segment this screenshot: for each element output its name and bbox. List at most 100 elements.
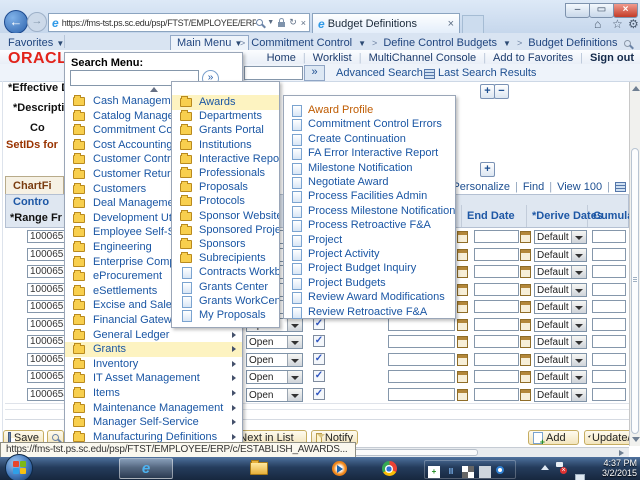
scroll-up-icon[interactable] [632,86,640,91]
start-date-input[interactable] [388,318,455,331]
start-date-input[interactable] [388,388,455,401]
menu-item-process-retroactive-f-a[interactable]: Process Retroactive F&A [284,218,455,233]
select-dropdown-icon[interactable] [287,354,302,366]
status-select[interactable]: Open [246,335,303,349]
select-dropdown-icon[interactable] [571,301,586,313]
derive-dates-select[interactable]: Default [534,353,587,367]
status-select[interactable]: Open [246,388,303,402]
menu-item-interactive-reports[interactable]: Interactive Reports [172,152,279,167]
grid-link-view-100[interactable]: View 100 [557,181,602,193]
calendar-icon[interactable] [520,231,531,243]
favorites-menu[interactable]: Favorites ▼ [8,37,64,49]
menu-item-professionals[interactable]: Professionals [172,166,279,181]
calendar-icon[interactable] [457,319,468,331]
calendar-icon[interactable] [457,389,468,401]
derive-dates-select[interactable]: Default [534,335,587,349]
add-row-button[interactable]: + [480,84,495,99]
derive-dates-select[interactable]: Default [534,370,587,384]
derive-dates-select[interactable]: Default [534,318,587,332]
select-dropdown-icon[interactable] [571,266,586,278]
calendar-icon[interactable] [457,336,468,348]
scroll-right-icon[interactable] [619,450,624,456]
header-link-multichannel-console[interactable]: MultiChannel Console [369,52,477,64]
cumulative-input[interactable] [592,248,626,261]
vertical-scrollbar[interactable] [629,82,640,446]
menu-item-sponsored-projects-offices[interactable]: Sponsored Projects Offices [172,223,279,238]
menu-item-project-budget-inquiry[interactable]: Project Budget Inquiry [284,261,455,276]
range-from-input[interactable]: 1000654 [27,370,67,383]
calendar-icon[interactable] [457,371,468,383]
header-link-worklist[interactable]: Worklist [313,52,352,64]
home-icon[interactable]: ⌂ [594,17,601,31]
breadcrumb-search-icon[interactable] [624,40,631,47]
select-dropdown-icon[interactable] [571,336,586,348]
vertical-scroll-thumb[interactable] [631,148,639,434]
menu-item-general-ledger[interactable]: General Ledger [65,328,242,343]
start-date-input[interactable] [388,353,455,366]
select-dropdown-icon[interactable] [287,371,302,383]
menu-item-sponsor-websites[interactable]: Sponsor Websites [172,209,279,224]
address-bar[interactable]: e https://fms-tst.ps.sc.edu/psp/FTST/EMP… [48,13,310,32]
affected-checkbox[interactable]: ✓ [313,318,325,330]
cumulative-input[interactable] [592,318,626,331]
maximize-button[interactable]: ▭ [589,3,614,18]
tray-app1-icon[interactable]: + [428,466,440,478]
header-link-add-to-favorites[interactable]: Add to Favorites [493,52,573,64]
end-date-input[interactable] [474,300,519,313]
favorites-star-icon[interactable]: ☆ [612,17,623,31]
menu-scroll-up-icon[interactable] [150,87,158,92]
breadcrumb-budget-definitions[interactable]: Budget Definitions [528,37,617,49]
taskbar-chrome-button[interactable] [362,458,416,479]
cumulative-input[interactable] [592,370,626,383]
derive-dates-select[interactable]: Default [534,230,587,244]
menu-item-project-budgets[interactable]: Project Budgets [284,276,455,291]
menu-item-project[interactable]: Project [284,233,455,248]
affected-checkbox[interactable]: ✓ [313,388,325,400]
menu-item-process-milestone-notification[interactable]: Process Milestone Notification [284,204,455,219]
menu-item-grants[interactable]: Grants [65,342,242,357]
cumulative-input[interactable] [592,265,626,278]
end-date-input[interactable] [474,318,519,331]
cumulative-input[interactable] [592,283,626,296]
menu-item-items[interactable]: Items [65,386,242,401]
derive-dates-select[interactable]: Default [534,265,587,279]
menu-item-grants-portal[interactable]: Grants Portal [172,123,279,138]
end-date-input[interactable] [474,230,519,243]
delete-row-button[interactable]: − [494,84,509,99]
calendar-icon[interactable] [520,389,531,401]
end-date-input[interactable] [474,265,519,278]
menu-item-contracts-workbench[interactable]: Contracts Workbench [172,265,279,280]
select-dropdown-icon[interactable] [571,389,586,401]
tray-app4-icon[interactable] [479,466,491,478]
select-dropdown-icon[interactable] [571,231,586,243]
cumulative-input[interactable] [592,300,626,313]
action-center-flag-icon[interactable] [555,462,564,472]
taskbar-clock[interactable]: 4:37 PM 3/2/2015 [602,458,637,478]
select-dropdown-icon[interactable] [571,354,586,366]
grid-zoom-icon[interactable] [615,182,626,192]
menu-item-review-award-modifications[interactable]: Review Award Modifications [284,290,455,305]
taskbar-wmp-button[interactable] [312,458,366,479]
calendar-icon[interactable] [520,371,531,383]
menu-item-awards[interactable]: Awards [172,95,279,110]
affected-checkbox[interactable]: ✓ [313,370,325,382]
chartfields-tab[interactable]: ChartFi [5,176,64,194]
tray-expand-icon[interactable] [541,465,549,470]
main-menu-button[interactable]: Main Menu ▼ [170,35,249,51]
calendar-icon[interactable] [457,284,468,296]
forward-button[interactable]: → [27,12,47,32]
address-dropdown-icon[interactable]: ▼ [267,19,274,26]
derive-dates-select[interactable]: Default [534,283,587,297]
add-setid-button[interactable]: + [480,162,495,177]
calendar-icon[interactable] [520,284,531,296]
range-from-input[interactable]: 1000653 [27,283,67,296]
breadcrumb-caret-icon[interactable]: ▼ [503,39,511,48]
header-search-input[interactable] [244,66,303,80]
range-from-input[interactable]: 1000653 [27,230,67,243]
address-url[interactable]: https://fms-tst.ps.sc.edu/psp/FTST/EMPLO… [62,18,257,28]
affected-checkbox[interactable]: ✓ [313,353,325,365]
calendar-icon[interactable] [457,301,468,313]
end-date-input[interactable] [474,248,519,261]
tray-app3-icon[interactable] [462,466,474,478]
stop-icon[interactable]: × [301,18,306,28]
